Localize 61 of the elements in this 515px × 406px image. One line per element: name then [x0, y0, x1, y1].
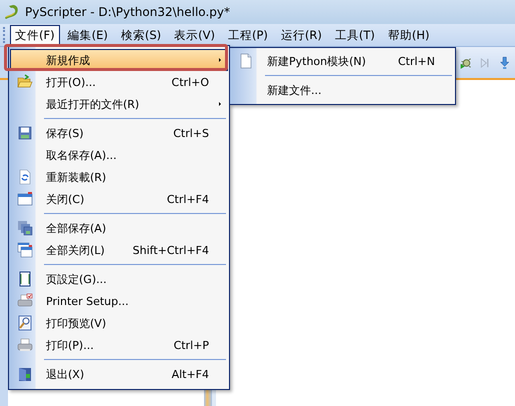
menu-item[interactable]: Printer Setup...	[10, 290, 228, 312]
shortcut-label: Ctrl+S	[173, 126, 209, 140]
menu-item[interactable]: 打印(P)... Ctrl+P	[10, 334, 228, 356]
menu-item[interactable]: 表示(V)	[169, 24, 220, 46]
shortcut-label: Ctrl+F4	[166, 192, 209, 206]
menu-label: Printer Setup...	[45, 294, 130, 308]
menu-label: 页設定(G)...	[45, 272, 108, 286]
shortcut-label: Ctrl+N	[398, 54, 435, 68]
submenu-arrow-icon	[216, 100, 224, 108]
menu-label: 打印(P)...	[45, 338, 95, 352]
menu-label: 取名保存(A)...	[45, 148, 118, 162]
menu-item[interactable]: 打开(O)... Ctrl+O	[10, 71, 228, 93]
blank-page-icon	[238, 53, 254, 69]
menu-item[interactable]: 文件(F)	[10, 24, 60, 46]
menu-item[interactable]: 关闭(C) Ctrl+F4	[10, 188, 228, 210]
menu-item[interactable]: 検索(S)	[116, 24, 166, 46]
down-arrow-icon	[498, 54, 511, 70]
menu-label: 全部保存(A)	[45, 220, 108, 236]
menu-label: 全部关闭(L)	[45, 242, 106, 258]
stacked-disks-icon	[16, 220, 32, 236]
window-icon	[16, 191, 32, 207]
shortcut-label: Shift+Ctrl+F4	[132, 244, 209, 256]
folder-icon	[16, 74, 32, 90]
menu-item[interactable]: 工程(P)	[222, 24, 273, 46]
magnifier-icon	[16, 315, 32, 331]
menu-item[interactable]: 新建Python模块(N) Ctrl+N	[231, 50, 454, 72]
menu-item[interactable]: 取名保存(A)...	[10, 144, 228, 166]
submenu-arrow-icon	[216, 56, 224, 64]
menu-item[interactable]: 退出(X) Alt+F4	[10, 363, 228, 385]
shortcut-label: Ctrl+O	[172, 76, 209, 88]
exit-door-icon	[16, 366, 32, 382]
menu-label: 新規作成	[45, 52, 91, 68]
menu-label: 新建Python模块(N)	[266, 54, 367, 68]
menu-label: 关闭(C)	[45, 192, 86, 206]
menu-item[interactable]: 重新装載(R)	[10, 166, 228, 188]
menu-item[interactable]: 页設定(G)...	[10, 268, 228, 290]
menu-label: 重新装載(R)	[45, 170, 108, 184]
menu-item[interactable]: 全部关闭(L) Shift+Ctrl+F4	[10, 239, 228, 261]
shortcut-label: Alt+F4	[172, 368, 209, 380]
menu-item[interactable]: 新建文件...	[231, 79, 454, 101]
menu-item[interactable]: 运行(R)	[276, 24, 327, 46]
reload-icon	[16, 169, 32, 185]
menu-item[interactable]: 保存(S) Ctrl+S	[10, 122, 228, 144]
menu-item[interactable]: 最近打开的文件(R)	[10, 93, 228, 115]
menu-label: 新建文件...	[266, 82, 322, 98]
menu-label: 打印预览(V)	[45, 316, 108, 330]
stacked-windows-icon	[16, 242, 32, 258]
menu-item[interactable]: 編集(E)	[62, 24, 113, 46]
menu-item[interactable]: 帮助(H)	[382, 24, 434, 46]
menu-label: 保存(S)	[45, 126, 85, 140]
menu-item[interactable]: 打印预览(V)	[10, 312, 228, 334]
menu-label: 打开(O)...	[45, 74, 97, 90]
menu-label: 退出(X)	[45, 366, 86, 382]
menu-label: 最近打开的文件(R)	[45, 96, 140, 112]
menu-item[interactable]: 工具(T)	[330, 24, 380, 46]
shortcut-label: Ctrl+P	[174, 338, 209, 352]
printer-icon	[16, 293, 32, 309]
menu-item[interactable]: 全部保存(A)	[10, 217, 228, 239]
printer-icon	[16, 337, 32, 353]
window-title: PyScripter - D:\Python32\hello.py*	[25, 5, 230, 19]
page-icon	[16, 271, 32, 287]
